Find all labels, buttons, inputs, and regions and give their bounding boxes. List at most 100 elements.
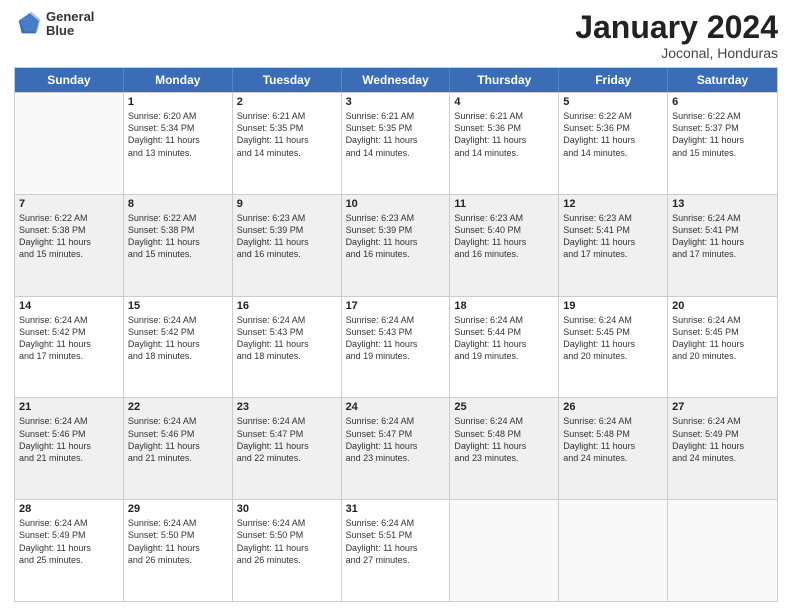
day-cell-24: 24Sunrise: 6:24 AMSunset: 5:47 PMDayligh… [342,398,451,499]
logo: General Blue [14,10,94,39]
page: General Blue January 2024 Joconal, Hondu… [0,0,792,612]
day-number: 17 [346,300,446,312]
day-cell-1: 1Sunrise: 6:20 AMSunset: 5:34 PMDaylight… [124,93,233,194]
cell-info-line: Daylight: 11 hours [346,338,446,350]
cell-info-line: Daylight: 11 hours [346,134,446,146]
day-number: 19 [563,300,663,312]
day-cell-12: 12Sunrise: 6:23 AMSunset: 5:41 PMDayligh… [559,195,668,296]
day-cell-21: 21Sunrise: 6:24 AMSunset: 5:46 PMDayligh… [15,398,124,499]
cell-info-line: Sunset: 5:36 PM [454,122,554,134]
day-number: 27 [672,401,773,413]
cell-info-line: and 21 minutes. [19,452,119,464]
cell-info-line: Sunset: 5:39 PM [237,224,337,236]
cell-info-line: Sunrise: 6:24 AM [19,415,119,427]
empty-cell [450,500,559,601]
day-cell-9: 9 Sunrise: 6:23 AMSunset: 5:39 PMDaylight… [233,195,342,296]
cell-info-line: Sunset: 5:50 PM [128,529,228,541]
cell-info-line: and 15 minutes. [19,248,119,260]
cell-info-line: Sunset: 5:38 PM [19,224,119,236]
day-cell-6: 6Sunrise: 6:22 AMSunset: 5:37 PMDaylight… [668,93,777,194]
day-number: 28 [19,503,119,515]
cell-info-line: Sunrise: 6:23 AM [454,212,554,224]
cell-info-line: and 26 minutes. [237,554,337,566]
day-number: 14 [19,300,119,312]
cell-info-line: and 14 minutes. [237,147,337,159]
cell-info-line: and 16 minutes. [346,248,446,260]
day-number: 16 [237,300,337,312]
cell-info-line: Daylight: 11 hours [19,236,119,248]
empty-cell [559,500,668,601]
cell-info-line: Sunrise: 6:24 AM [128,314,228,326]
day-cell-19: 19Sunrise: 6:24 AMSunset: 5:45 PMDayligh… [559,297,668,398]
cell-info-line: Sunrise: 6:21 AM [454,110,554,122]
day-number: 15 [128,300,228,312]
cell-info-line: Daylight: 11 hours [128,338,228,350]
cell-info-line: Daylight: 11 hours [19,542,119,554]
week-row-2: 14Sunrise: 6:24 AMSunset: 5:42 PMDayligh… [15,296,777,398]
day-header-monday: Monday [124,68,233,92]
cell-info-line: Sunset: 5:35 PM [237,122,337,134]
cell-info-line: Sunset: 5:46 PM [19,428,119,440]
cell-info-line: Daylight: 11 hours [346,542,446,554]
header: General Blue January 2024 Joconal, Hondu… [14,10,778,61]
cell-info-line: Sunrise: 6:23 AM [237,212,337,224]
cell-info-line: Sunrise: 6:23 AM [563,212,663,224]
logo-line2: Blue [46,24,94,38]
day-header-tuesday: Tuesday [233,68,342,92]
cell-info-line: Daylight: 11 hours [454,440,554,452]
cell-info-line: Sunset: 5:41 PM [563,224,663,236]
cell-info-line: and 15 minutes. [672,147,773,159]
cell-info-line: Sunrise: 6:24 AM [346,415,446,427]
day-number: 22 [128,401,228,413]
cell-info-line: and 14 minutes. [563,147,663,159]
cell-info-line: and 15 minutes. [128,248,228,260]
cell-info-line: Daylight: 11 hours [672,440,773,452]
cell-info-line: Daylight: 11 hours [19,440,119,452]
cell-info-line: and 18 minutes. [237,350,337,362]
cell-info-line: Sunrise: 6:24 AM [346,517,446,529]
cell-info-line: Daylight: 11 hours [237,236,337,248]
day-cell-3: 3Sunrise: 6:21 AMSunset: 5:35 PMDaylight… [342,93,451,194]
day-number: 12 [563,198,663,210]
cell-info-line: and 17 minutes. [563,248,663,260]
day-number: 9 [237,198,337,210]
day-cell-18: 18Sunrise: 6:24 AMSunset: 5:44 PMDayligh… [450,297,559,398]
subtitle: Joconal, Honduras [575,45,778,61]
cell-info-line: Sunset: 5:35 PM [346,122,446,134]
day-cell-4: 4Sunrise: 6:21 AMSunset: 5:36 PMDaylight… [450,93,559,194]
day-cell-26: 26Sunrise: 6:24 AMSunset: 5:48 PMDayligh… [559,398,668,499]
day-number: 30 [237,503,337,515]
cell-info-line: Daylight: 11 hours [19,338,119,350]
calendar-header: SundayMondayTuesdayWednesdayThursdayFrid… [15,68,777,92]
cell-info-line: Sunset: 5:46 PM [128,428,228,440]
cell-info-line: Sunset: 5:50 PM [237,529,337,541]
cell-info-line: Sunrise: 6:24 AM [454,415,554,427]
day-cell-13: 13Sunrise: 6:24 AMSunset: 5:41 PMDayligh… [668,195,777,296]
cell-info-line: Sunrise: 6:24 AM [237,415,337,427]
day-cell-27: 27Sunrise: 6:24 AMSunset: 5:49 PMDayligh… [668,398,777,499]
day-number: 31 [346,503,446,515]
cell-info-line: and 14 minutes. [454,147,554,159]
day-cell-28: 28Sunrise: 6:24 AMSunset: 5:49 PMDayligh… [15,500,124,601]
cell-info-line: Daylight: 11 hours [128,236,228,248]
cell-info-line: Sunset: 5:49 PM [672,428,773,440]
day-cell-31: 31Sunrise: 6:24 AMSunset: 5:51 PMDayligh… [342,500,451,601]
cell-info-line: Sunrise: 6:21 AM [346,110,446,122]
day-cell-7: 7Sunrise: 6:22 AMSunset: 5:38 PMDaylight… [15,195,124,296]
cell-info-line: Sunrise: 6:22 AM [128,212,228,224]
day-number: 23 [237,401,337,413]
cell-info-line: Sunrise: 6:24 AM [563,415,663,427]
cell-info-line: and 26 minutes. [128,554,228,566]
title-block: January 2024 Joconal, Honduras [575,10,778,61]
cell-info-line: and 23 minutes. [346,452,446,464]
day-number: 2 [237,96,337,108]
cell-info-line: Sunset: 5:45 PM [563,326,663,338]
day-header-thursday: Thursday [450,68,559,92]
cell-info-line: Sunrise: 6:24 AM [563,314,663,326]
cell-info-line: and 17 minutes. [672,248,773,260]
main-title: January 2024 [575,10,778,45]
day-number: 5 [563,96,663,108]
cell-info-line: Sunset: 5:45 PM [672,326,773,338]
logo-line1: General [46,10,94,24]
cell-info-line: Sunrise: 6:21 AM [237,110,337,122]
